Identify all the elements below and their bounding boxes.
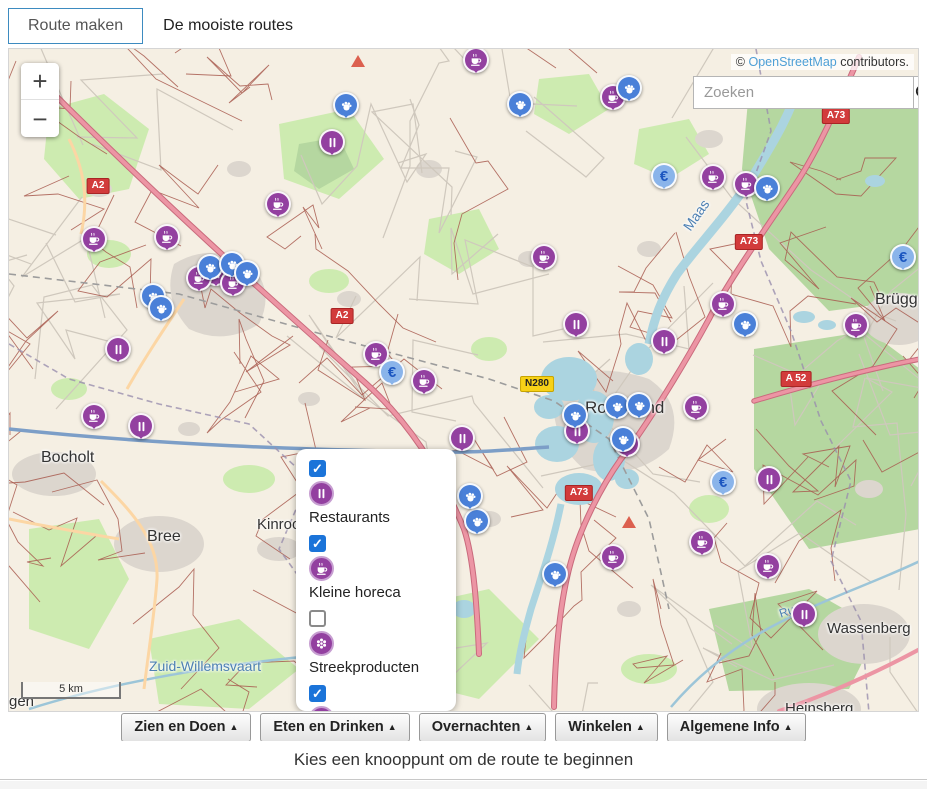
restaurant-marker[interactable]	[651, 328, 677, 354]
filter-item-terras-lounge: ✓ Terras/Lounge	[309, 685, 443, 712]
hand-marker[interactable]	[610, 426, 636, 452]
tab-mooiste-routes[interactable]: De mooiste routes	[143, 8, 313, 44]
zoom-control: + −	[21, 63, 59, 137]
restaurants-checkbox[interactable]: ✓	[309, 460, 326, 477]
coffee-marker[interactable]	[755, 553, 781, 579]
coffee-marker[interactable]	[700, 164, 726, 190]
chevron-up-icon: ▲	[784, 722, 793, 732]
attribution-suffix: contributors.	[837, 55, 909, 69]
search-icon	[914, 83, 919, 102]
restaurant-marker[interactable]	[128, 413, 154, 439]
zoom-in-button[interactable]: +	[21, 63, 59, 100]
search-input[interactable]	[693, 76, 913, 109]
map-canvas[interactable]: BocholtBreeKinrooiRoermondBrüggenWassenb…	[8, 48, 919, 712]
euro-marker[interactable]: €	[379, 359, 405, 385]
coffee-marker[interactable]	[689, 529, 715, 555]
coffee-marker[interactable]	[683, 394, 709, 420]
algemene-info-button[interactable]: Algemene Info ▲	[667, 713, 806, 742]
overnachten-button[interactable]: Overnachten▲	[419, 713, 547, 742]
zoom-out-button[interactable]: −	[21, 100, 59, 137]
restaurant-marker[interactable]	[791, 601, 817, 627]
hand-marker[interactable]	[507, 91, 533, 117]
search-button[interactable]	[913, 76, 919, 109]
campsite-icon[interactable]	[351, 55, 365, 67]
status-message: Kies een knooppunt om de route te beginn…	[0, 741, 927, 780]
euro-marker[interactable]: €	[890, 244, 916, 270]
streekproducten-checkbox[interactable]: ✓	[309, 610, 326, 627]
map-search	[693, 76, 915, 109]
coffee-marker[interactable]	[531, 244, 557, 270]
kleine-horeca-checkbox[interactable]: ✓	[309, 535, 326, 552]
coffee-icon	[309, 556, 334, 581]
button-label: Overnachten	[432, 719, 521, 735]
euro-marker[interactable]: €	[651, 163, 677, 189]
category-button-row: Zien en Doen ▲ Eten en Drinken ▲ Overnacht…	[0, 713, 927, 742]
flower-icon	[309, 631, 334, 656]
hand-marker[interactable]	[457, 483, 483, 509]
hand-marker[interactable]	[148, 295, 174, 321]
coffee-marker[interactable]	[710, 291, 736, 317]
restaurant-marker[interactable]	[449, 425, 475, 451]
euro-marker[interactable]: €	[710, 469, 736, 495]
map-markers-layer: € € € €	[9, 49, 918, 711]
button-label: Winkelen	[568, 719, 632, 735]
coffee-marker[interactable]	[843, 312, 869, 338]
tab-route-maken[interactable]: Route maken	[8, 8, 143, 44]
filter-label: Kleine horeca	[309, 584, 443, 601]
restaurant-marker[interactable]	[756, 466, 782, 492]
restaurant-marker[interactable]	[319, 129, 345, 155]
map-attribution: © OpenStreetMap contributors.	[731, 54, 914, 70]
route-planner-app: Route maken De mooiste routes	[0, 0, 927, 789]
coffee-marker[interactable]	[463, 48, 489, 73]
restaurant-marker[interactable]	[105, 336, 131, 362]
bottom-strip	[0, 781, 927, 789]
chevron-up-icon: ▲	[524, 722, 533, 732]
coffee-marker[interactable]	[600, 544, 626, 570]
coffee-marker[interactable]	[81, 403, 107, 429]
openstreetmap-link[interactable]: OpenStreetMap	[748, 55, 836, 69]
hand-marker[interactable]	[234, 260, 260, 286]
filter-item-kleine-horeca: ✓ Kleine horeca	[309, 535, 443, 601]
coffee-marker[interactable]	[81, 226, 107, 252]
filter-item-streekproducten: ✓ Streekproducten	[309, 610, 443, 676]
coffee-marker[interactable]	[265, 191, 291, 217]
hand-marker[interactable]	[542, 561, 568, 587]
button-label: Eten en Drinken	[273, 719, 383, 735]
restaurant-icon	[309, 481, 334, 506]
hand-marker[interactable]	[562, 402, 588, 428]
zien-en-doen-button[interactable]: Zien en Doen ▲	[121, 713, 251, 742]
filter-label: Restaurants	[309, 509, 443, 526]
filter-item-restaurants: ✓ Restaurants	[309, 460, 443, 526]
hand-marker[interactable]	[732, 311, 758, 337]
eten-en-drinken-button[interactable]: Eten en Drinken ▲	[260, 713, 409, 742]
chevron-up-icon: ▲	[229, 722, 238, 732]
map-scale: 5 km	[21, 682, 121, 699]
hand-marker[interactable]	[333, 92, 359, 118]
restaurant-marker[interactable]	[563, 311, 589, 337]
coffee-marker[interactable]	[154, 224, 180, 250]
button-label: Algemene Info	[680, 719, 780, 735]
chevron-up-icon: ▲	[388, 722, 397, 732]
hand-marker[interactable]	[616, 75, 642, 101]
button-label: Zien en Doen	[134, 719, 225, 735]
winkelen-button[interactable]: Winkelen ▲	[555, 713, 657, 742]
coffee-marker[interactable]	[411, 368, 437, 394]
terras-lounge-checkbox[interactable]: ✓	[309, 685, 326, 702]
tab-bar: Route maken De mooiste routes	[8, 8, 313, 44]
terras-icon	[309, 706, 334, 712]
chevron-up-icon: ▲	[636, 722, 645, 732]
category-filter-popup: ✓ Restaurants ✓ Kleine horeca ✓ Streekpr…	[296, 449, 456, 711]
filter-label: Streekproducten	[309, 659, 443, 676]
attribution-copyright: ©	[736, 55, 749, 69]
hand-marker[interactable]	[626, 392, 652, 418]
hand-marker[interactable]	[754, 175, 780, 201]
campsite-icon[interactable]	[622, 516, 636, 528]
